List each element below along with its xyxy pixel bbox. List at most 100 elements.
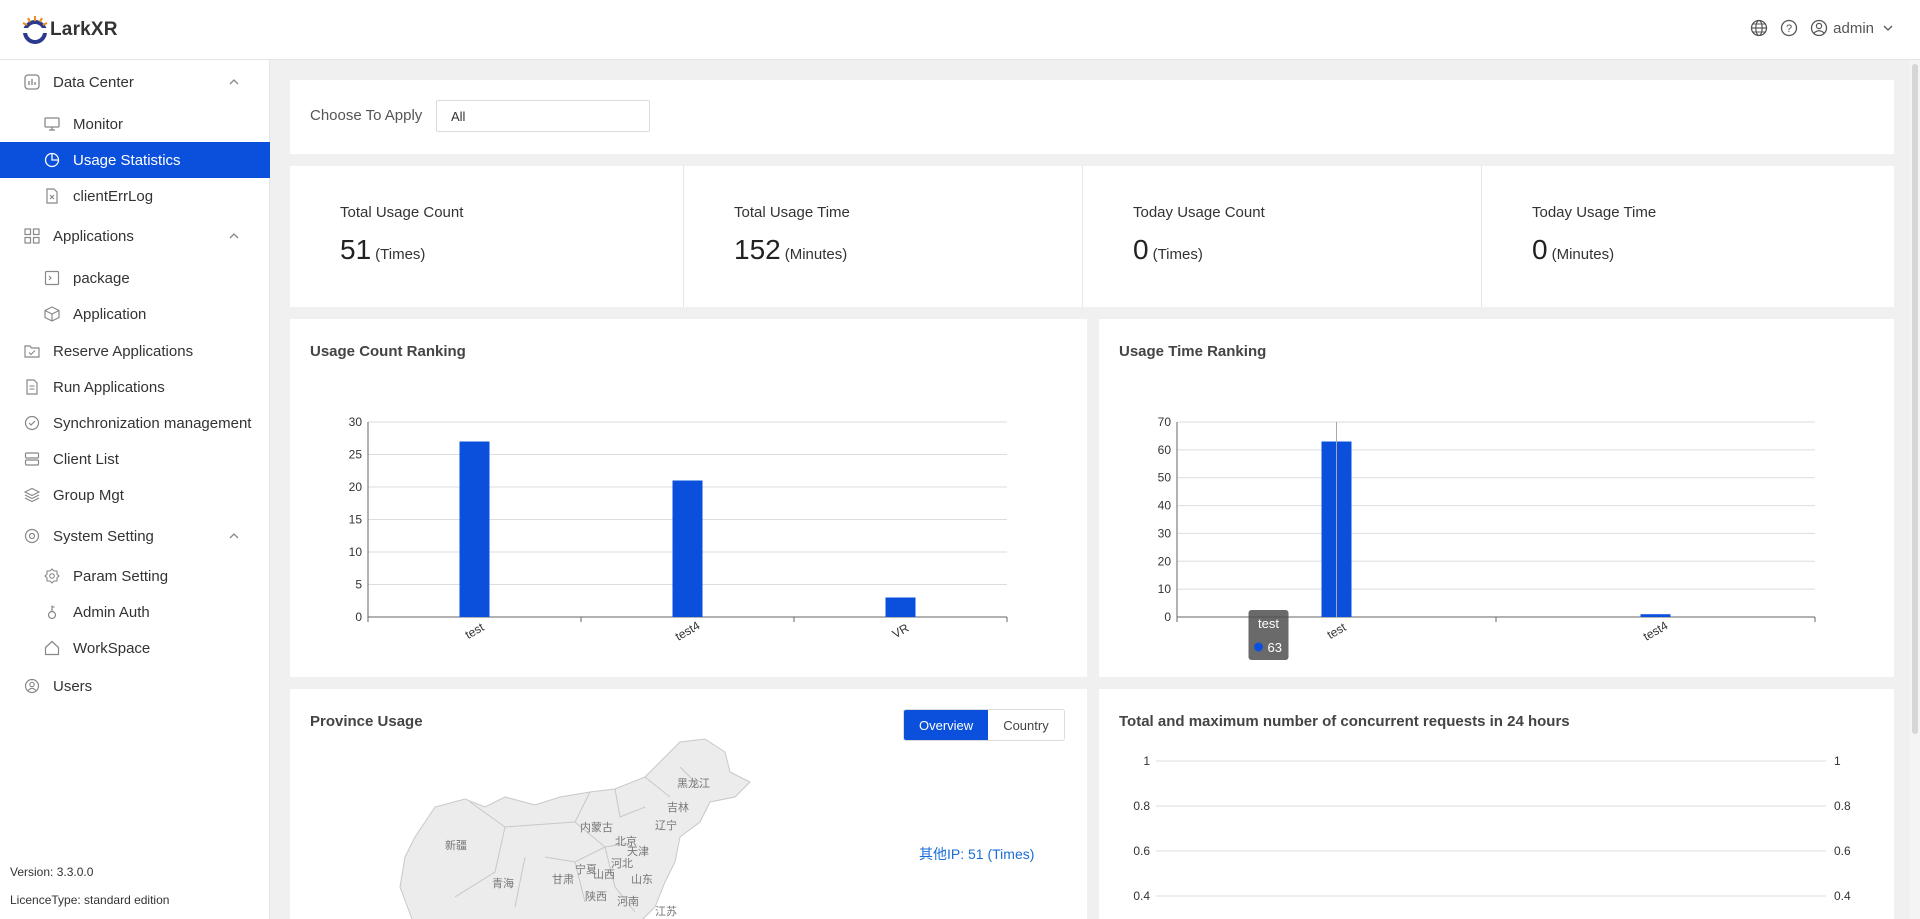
sidebar-item-label: Client List bbox=[53, 450, 119, 468]
stat-title: Today Usage Count bbox=[1133, 204, 1265, 221]
top-header: LarkXR ? admin bbox=[0, 0, 1920, 60]
sidebar-item-system-setting[interactable]: System Setting bbox=[0, 518, 270, 554]
sidebar-item-label: Applications bbox=[53, 227, 134, 245]
sidebar-item-run-applications[interactable]: Run Applications bbox=[0, 369, 270, 405]
ip-label: 其他IP: bbox=[919, 846, 965, 862]
sidebar-item-client-list[interactable]: Client List bbox=[0, 441, 270, 477]
globe-icon[interactable] bbox=[1749, 18, 1769, 38]
y-tick-label: 20 bbox=[1158, 554, 1172, 568]
tooltip-category: test bbox=[1258, 616, 1279, 631]
filter-card: Choose To Apply All bbox=[290, 80, 1894, 154]
concurrent-requests-card: Total and maximum number of concurrent r… bbox=[1099, 689, 1894, 919]
home-icon bbox=[43, 639, 61, 657]
filter-label: Choose To Apply bbox=[310, 107, 423, 124]
stat-today-usage-count: Today Usage Count 0 (Times) bbox=[1083, 166, 1482, 307]
stat-value-wrap: 0 (Times) bbox=[1133, 234, 1203, 266]
sidebar-item-label: Param Setting bbox=[73, 567, 169, 585]
sidebar-item-label: Run Applications bbox=[53, 378, 165, 396]
sidebar-item-application[interactable]: Application bbox=[0, 296, 270, 332]
page-scrollbar[interactable] bbox=[1910, 60, 1920, 919]
stat-unit: (Times) bbox=[1152, 246, 1203, 263]
licence-text: LicenceType: standard edition bbox=[10, 893, 170, 907]
help-icon[interactable]: ? bbox=[1779, 18, 1799, 38]
y-tick-label: 0.8 bbox=[1133, 799, 1150, 813]
tooltip-marker bbox=[1254, 642, 1263, 652]
y-tick-label: 0.6 bbox=[1133, 844, 1150, 858]
sidebar-item-package[interactable]: package bbox=[0, 260, 270, 296]
y-tick-label: 1 bbox=[1143, 754, 1150, 768]
sidebar-item-group-mgt[interactable]: Group Mgt bbox=[0, 477, 270, 513]
sidebar-item-users[interactable]: Users bbox=[0, 668, 270, 704]
sidebar-item-monitor[interactable]: Monitor bbox=[0, 106, 270, 142]
bar bbox=[885, 597, 916, 617]
sidebar-item-param-setting[interactable]: Param Setting bbox=[0, 558, 270, 594]
y-tick-label: 5 bbox=[355, 578, 362, 592]
y-right-tick-label: 0.8 bbox=[1834, 799, 1851, 813]
sidebar-item-reserve-applications[interactable]: Reserve Applications bbox=[0, 333, 270, 369]
tab-overview[interactable]: Overview bbox=[904, 710, 989, 740]
tab-country[interactable]: Country bbox=[988, 710, 1064, 740]
logo[interactable]: LarkXR bbox=[20, 14, 118, 46]
y-tick-label: 30 bbox=[1158, 526, 1172, 540]
stat-today-usage-time: Today Usage Time 0 (Minutes) bbox=[1482, 166, 1894, 307]
cube-icon bbox=[43, 305, 61, 323]
x-tick-label: test bbox=[1325, 620, 1349, 642]
tooltip-value: 63 bbox=[1268, 640, 1282, 655]
bar bbox=[1640, 614, 1671, 617]
pie-chart-icon bbox=[43, 151, 61, 169]
stat-title: Total Usage Time bbox=[734, 204, 850, 221]
usage-count-ranking-card: Usage Count Ranking 0 5 10 15 20 25 30 test test… bbox=[290, 319, 1087, 677]
file-error-icon bbox=[43, 187, 61, 205]
settings-icon bbox=[23, 527, 41, 545]
stat-unit: (Minutes) bbox=[1551, 246, 1615, 263]
sidebar-item-clienterrlog[interactable]: clientErrLog bbox=[0, 178, 270, 214]
user-menu[interactable]: admin bbox=[1809, 18, 1898, 38]
sidebar-item-label: Monitor bbox=[73, 115, 124, 133]
map-label: 黑龙江 bbox=[677, 777, 710, 790]
map-label: 新疆 bbox=[445, 838, 467, 852]
scrollbar-thumb[interactable] bbox=[1912, 64, 1918, 734]
application-select[interactable]: All bbox=[436, 100, 650, 132]
map-label: 甘肃 bbox=[552, 873, 574, 886]
sync-check-icon bbox=[23, 414, 41, 432]
sidebar-item-synchronization-management[interactable]: Synchronization management bbox=[0, 405, 270, 441]
sidebar-item-admin-auth[interactable]: Admin Auth bbox=[0, 594, 270, 630]
x-tick-label: test4 bbox=[673, 618, 703, 643]
bar bbox=[672, 480, 703, 617]
map-label: 河南 bbox=[617, 895, 639, 908]
map-label: 山东 bbox=[631, 873, 653, 886]
server-icon bbox=[23, 450, 41, 468]
y-tick-label: 10 bbox=[1158, 582, 1172, 596]
sidebar-item-workspace[interactable]: WorkSpace bbox=[0, 630, 270, 666]
view-toggle: Overview Country bbox=[903, 709, 1065, 741]
x-tick-label: test bbox=[463, 620, 487, 642]
sidebar-item-label: WorkSpace bbox=[73, 639, 151, 657]
y-tick-label: 0 bbox=[355, 610, 362, 624]
y-right-tick-label: 1 bbox=[1834, 754, 1841, 768]
y-tick-label: 25 bbox=[349, 448, 363, 462]
china-map: 黑龙江 吉林 辽宁 内蒙古 北京 天津 新疆 宁夏 河北 青海 甘肃 山西 山东… bbox=[399, 738, 751, 919]
stat-title: Today Usage Time bbox=[1532, 204, 1657, 221]
stat-total-usage-time: Total Usage Time 152 (Minutes) bbox=[684, 166, 1083, 307]
y-tick-label: 40 bbox=[1158, 499, 1172, 513]
user-icon bbox=[1809, 18, 1829, 38]
map-label: 青海 bbox=[492, 876, 514, 890]
sidebar-item-applications[interactable]: Applications bbox=[0, 218, 270, 254]
sidebar-item-data-center[interactable]: Data Center bbox=[0, 64, 270, 100]
usage-time-chart: 0 10 20 30 40 50 60 70 test test4 test 63 bbox=[1158, 415, 1816, 660]
username: admin bbox=[1833, 19, 1874, 37]
ip-value: 51 bbox=[968, 846, 984, 862]
map-label: 天津 bbox=[627, 845, 649, 858]
stat-value: 0 bbox=[1532, 234, 1548, 265]
stat-unit: (Minutes) bbox=[784, 246, 848, 263]
chevron-up-icon bbox=[229, 79, 239, 85]
folder-icon bbox=[23, 342, 41, 360]
sidebar-item-label: Synchronization management bbox=[53, 414, 252, 432]
sidebar-item-label: Reserve Applications bbox=[53, 342, 194, 360]
map-label: 吉林 bbox=[667, 800, 689, 814]
y-tick-label: 20 bbox=[349, 480, 363, 494]
y-tick-label: 60 bbox=[1158, 443, 1172, 457]
sidebar-item-usage-statistics[interactable]: Usage Statistics bbox=[0, 142, 270, 178]
dashboard-icon bbox=[23, 73, 41, 91]
map-label: 江苏 bbox=[655, 905, 677, 918]
